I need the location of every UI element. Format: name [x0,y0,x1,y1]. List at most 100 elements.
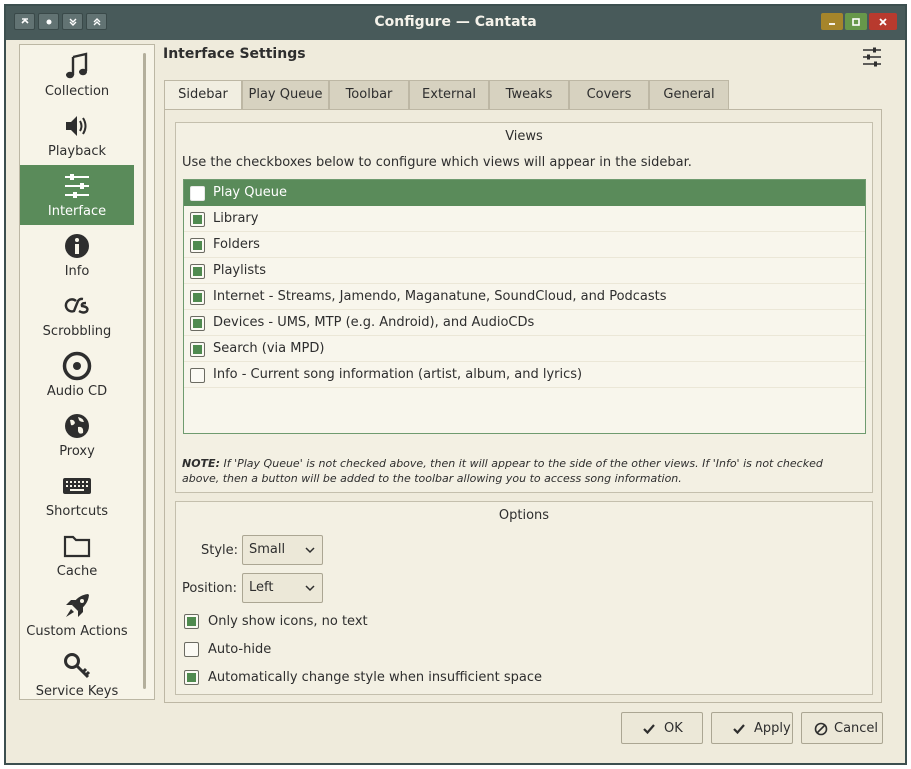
tab-tweaks[interactable]: Tweaks [489,80,569,110]
apply-button[interactable]: Apply [711,712,793,744]
view-label: Playlists [213,263,266,278]
style-select[interactable]: Small [242,535,323,565]
cancel-label: Cancel [834,721,879,736]
sidebar-item-label: Collection [44,84,110,99]
cancel-button[interactable]: Cancel [801,712,883,744]
view-checkbox-folders[interactable] [190,238,205,253]
sidebar-item-cache[interactable]: Cache [20,525,134,585]
cancel-icon [814,722,828,736]
options-group: Options Style: Small Position: Left Only… [175,501,873,695]
views-group-title: Views [505,129,543,144]
sidebar-item-label: Cache [56,564,98,579]
title-bar[interactable]: Configure — Cantata [6,6,905,40]
sidebar-item-label: Service Keys [35,684,119,699]
sidebar-item-label: Custom Actions [26,624,128,639]
view-label: Folders [213,237,260,252]
auto-style-checkbox[interactable] [184,670,199,685]
lastfm-icon [64,297,89,314]
sidebar-item-collection[interactable]: Collection [20,45,134,105]
style-select-value: Small [249,542,286,557]
list-item[interactable]: Internet - Streams, Jamendo, Maganatune,… [184,284,865,310]
auto-hide-checkbox[interactable] [184,642,199,657]
sidebar-tab-panel: Views Use the checkboxes below to config… [164,109,882,703]
sliders-icon [65,174,89,198]
sidebar-item-label: Audio CD [46,384,108,399]
view-label: Search (via MPD) [213,341,325,356]
sidebar-item-service-keys[interactable]: Service Keys [20,645,134,699]
sidebar-item-scrobbling[interactable]: Scrobbling [20,285,134,345]
minimize-button[interactable] [821,13,843,30]
tab-sidebar[interactable]: Sidebar [164,80,242,111]
sidebar-item-info[interactable]: Info [20,225,134,285]
tab-covers[interactable]: Covers [569,80,649,110]
options-group-title: Options [498,508,550,523]
sidebar-item-label: Interface [47,204,107,219]
maximize-button[interactable] [845,13,867,30]
view-checkbox-library[interactable] [190,212,205,227]
sidebar-item-audio-cd[interactable]: Audio CD [20,345,134,405]
list-item[interactable]: Playlists [184,258,865,284]
icons-only-checkbox[interactable] [184,614,199,629]
sidebar-item-playback[interactable]: Playback [20,105,134,165]
position-label: Position: [182,581,237,596]
list-item[interactable]: Folders [184,232,865,258]
views-note: NOTE: If 'Play Queue' is not checked abo… [182,456,862,486]
window-title: Configure — Cantata [374,14,537,30]
sidebar-item-proxy[interactable]: Proxy [20,405,134,465]
music-note-icon [66,52,88,79]
view-label: Play Queue [213,185,287,200]
list-item[interactable]: Info - Current song information (artist,… [184,362,865,388]
maximize-icon [852,17,860,26]
position-select-value: Left [249,580,274,595]
view-label: Internet - Streams, Jamendo, Maganatune,… [213,289,667,304]
ok-button[interactable]: OK [621,712,703,744]
list-item[interactable]: Library [184,206,865,232]
apply-label: Apply [754,721,791,736]
view-checkbox-playlists[interactable] [190,264,205,279]
chevron-down-icon [305,585,315,592]
minimize-icon [829,22,835,25]
speaker-icon [66,116,87,136]
configure-menu-icon[interactable] [861,46,883,68]
globe-icon [65,414,89,438]
tab-play-queue[interactable]: Play Queue [242,80,329,110]
key-icon [64,653,91,679]
checkmark-icon [733,724,745,735]
sidebar-item-custom-actions[interactable]: Custom Actions [20,585,134,645]
folder-icon [63,535,91,558]
rocket-icon [66,594,89,617]
view-label: Info - Current song information (artist,… [213,367,583,382]
cd-icon [62,351,92,381]
tab-general[interactable]: General [649,80,729,110]
list-item[interactable]: Play Queue [184,180,865,206]
list-item[interactable]: Devices - UMS, MTP (e.g. Android), and A… [184,310,865,336]
keyboard-icon [63,478,91,494]
sidebar-item-label: Scrobbling [42,324,112,339]
view-checkbox-internet[interactable] [190,290,205,305]
views-hint: Use the checkboxes below to configure wh… [182,155,692,170]
tab-external[interactable]: External [409,80,489,110]
list-item[interactable]: Search (via MPD) [184,336,865,362]
option-label: Automatically change style when insuffic… [208,670,543,685]
view-checkbox-search[interactable] [190,342,205,357]
close-icon [879,17,887,26]
sidebar-scrollbar[interactable] [143,53,146,689]
chevron-down-icon [305,547,315,554]
view-checkbox-devices[interactable] [190,316,205,331]
page-title: Interface Settings [163,46,306,62]
view-label: Devices - UMS, MTP (e.g. Android), and A… [213,315,535,330]
sidebar-item-label: Playback [47,144,106,159]
tab-toolbar[interactable]: Toolbar [329,80,409,110]
sidebar-item-shortcuts[interactable]: Shortcuts [20,465,134,525]
view-label: Library [213,211,259,226]
view-checkbox-info[interactable] [190,368,205,383]
checkmark-icon [643,724,655,735]
settings-sidebar: Collection Playback Interface Info Scrob… [19,44,155,700]
position-select[interactable]: Left [242,573,323,603]
sidebar-item-interface[interactable]: Interface [20,165,134,225]
views-group: Views Use the checkboxes below to config… [175,122,873,493]
option-label: Auto-hide [208,642,272,657]
close-button[interactable] [869,13,897,30]
views-list: Play Queue Library Folders Playlists Int… [183,179,866,434]
view-checkbox-play-queue[interactable] [190,186,205,201]
